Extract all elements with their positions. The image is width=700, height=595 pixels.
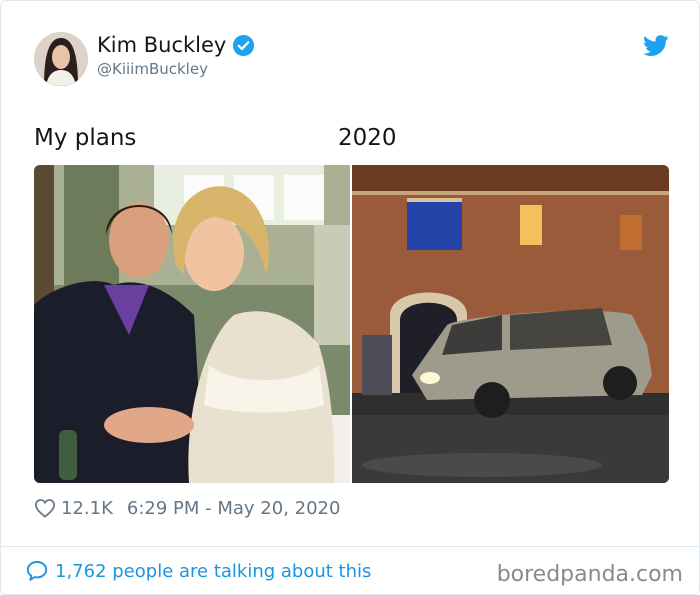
avatar[interactable]: [34, 32, 88, 86]
tweet-meta: 12.1K 6:29 PM - May 20, 2020: [34, 496, 340, 520]
heart-icon[interactable]: [34, 498, 56, 518]
wedding-couple-photo[interactable]: [34, 165, 350, 483]
twitter-bird-icon[interactable]: [643, 35, 669, 57]
conversation-link[interactable]: 1,762 people are talking about this: [25, 559, 371, 583]
watermark: boredpanda.com: [496, 562, 683, 587]
tweet-text-right: 2020: [338, 125, 397, 151]
media-grid[interactable]: [34, 165, 669, 483]
footer-divider: [1, 546, 700, 547]
tweet-timestamp[interactable]: 6:29 PM - May 20, 2020: [127, 498, 341, 519]
display-name[interactable]: Kim Buckley: [97, 33, 255, 57]
conversation-text[interactable]: 1,762 people are talking about this: [55, 561, 371, 582]
car-flying-night-photo[interactable]: [352, 165, 669, 483]
display-name-text[interactable]: Kim Buckley: [97, 33, 226, 57]
tweet-text-left: My plans: [34, 125, 137, 151]
user-handle[interactable]: @KiiimBuckley: [97, 60, 208, 78]
tweet-text: My plans 2020: [34, 125, 674, 155]
comment-bubble-icon: [26, 561, 48, 581]
tweet-card: Kim Buckley @KiiimBuckley My plans 2020: [0, 0, 700, 595]
like-count[interactable]: 12.1K: [61, 498, 113, 519]
verified-badge-icon: [233, 34, 255, 56]
